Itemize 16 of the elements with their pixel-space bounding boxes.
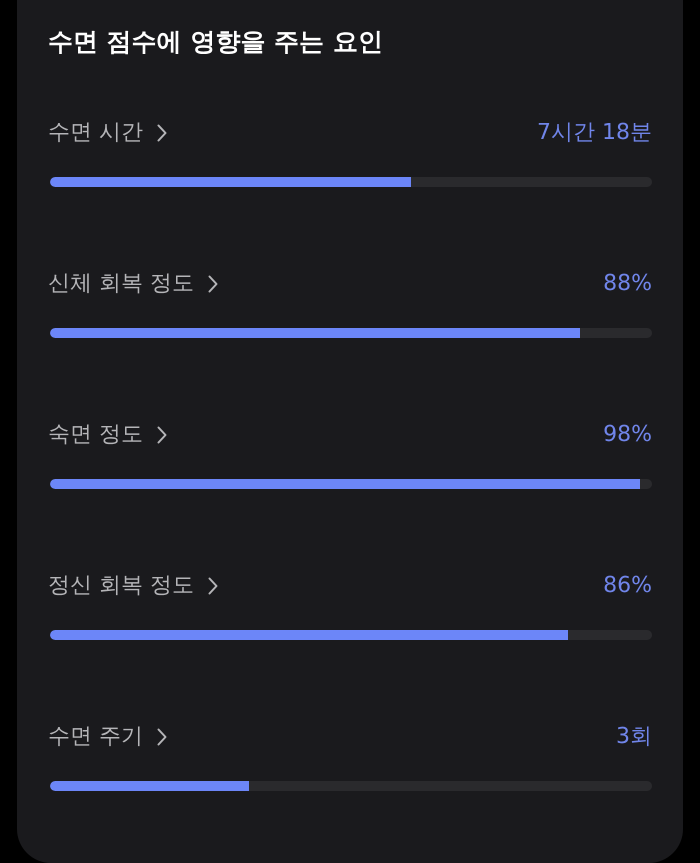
chevron-right-icon — [157, 426, 167, 444]
factor-link[interactable]: 수면 시간 — [48, 118, 167, 148]
factor-link[interactable]: 신체 회복 정도 — [48, 269, 218, 299]
chevron-right-icon — [157, 728, 167, 746]
chevron-right-icon — [208, 577, 218, 595]
chevron-right-icon — [157, 124, 167, 142]
factor-link[interactable]: 수면 주기 — [48, 722, 167, 752]
factor-link[interactable]: 숙면 정도 — [48, 420, 167, 450]
factor-value: 3회 — [616, 723, 652, 751]
factor-link[interactable]: 정신 회복 정도 — [48, 571, 218, 601]
factor-value: 7시간 18분 — [537, 119, 652, 147]
factor-value: 98% — [603, 421, 652, 449]
section-title: 수면 점수에 영향을 주는 요인 — [48, 26, 384, 58]
factor-value: 88% — [603, 270, 652, 298]
chevron-right-icon — [208, 275, 218, 293]
factor-value: 86% — [603, 572, 652, 600]
